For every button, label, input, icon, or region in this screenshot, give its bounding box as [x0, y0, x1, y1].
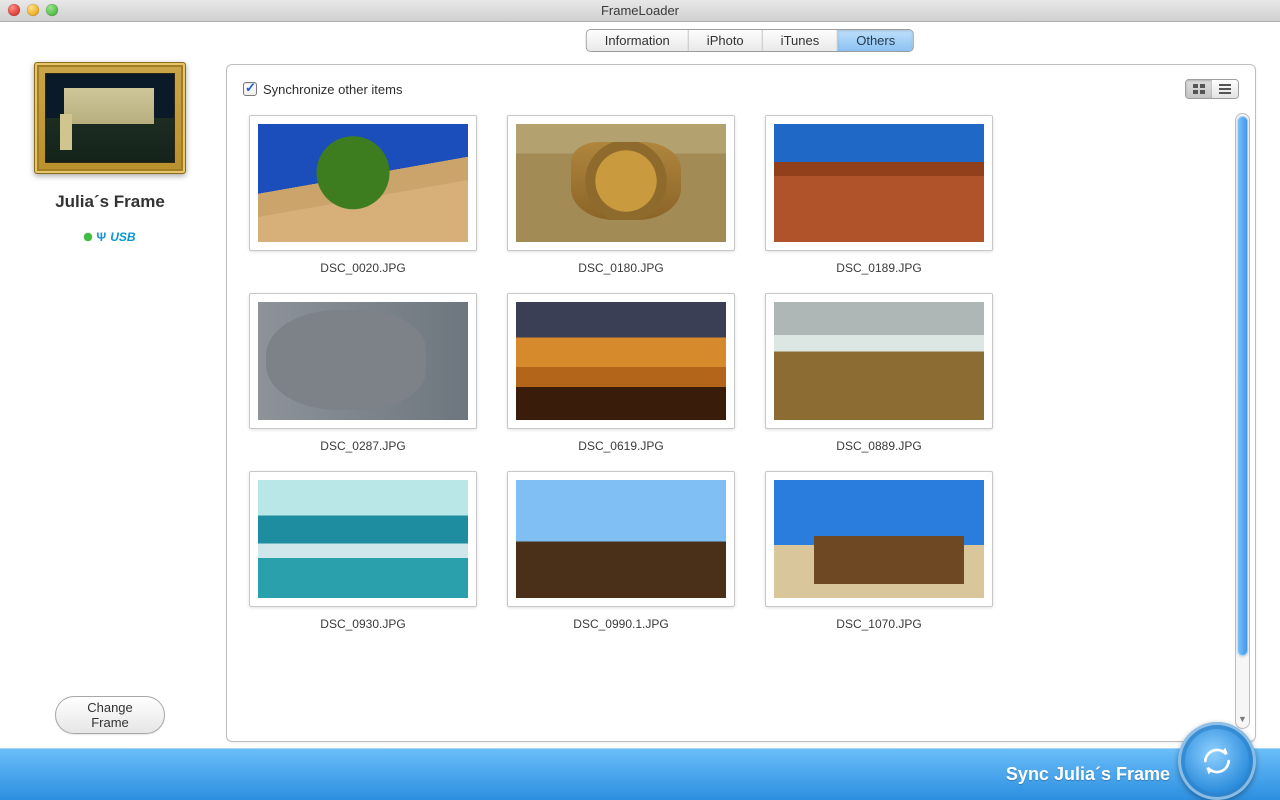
scroll-down-icon[interactable]: ▼	[1236, 711, 1249, 727]
tab-information[interactable]: Information	[587, 30, 689, 51]
view-mode-toggle	[1185, 79, 1239, 99]
photo-thumbnail	[258, 480, 468, 598]
frame-preview	[34, 62, 186, 174]
sync-label: Sync Julia´s Frame	[1006, 748, 1170, 800]
sidebar: Julia´s Frame Ψ USB Change Frame	[0, 22, 220, 748]
photo-filename: DSC_0990.1.JPG	[507, 607, 735, 635]
close-icon[interactable]	[8, 4, 20, 16]
photo-thumbnail	[258, 124, 468, 242]
photo-item[interactable]: DSC_0189.JPG	[765, 115, 993, 279]
sync-button[interactable]	[1178, 722, 1256, 800]
photo-filename: DSC_0180.JPG	[507, 251, 735, 279]
photo-item[interactable]: DSC_1070.JPG	[765, 471, 993, 635]
photo-item[interactable]: DSC_0287.JPG	[249, 293, 477, 457]
change-frame-button[interactable]: Change Frame	[55, 696, 165, 734]
photo-thumbnail	[774, 480, 984, 598]
list-view-button[interactable]	[1212, 80, 1238, 98]
photo-filename: DSC_0189.JPG	[765, 251, 993, 279]
photo-thumbnail	[258, 302, 468, 420]
photo-item[interactable]: DSC_0889.JPG	[765, 293, 993, 457]
grid-view-button[interactable]	[1186, 80, 1212, 98]
window-controls	[8, 4, 58, 16]
tab-bar: Information iPhoto iTunes Others	[586, 29, 914, 52]
photo-item[interactable]: DSC_0180.JPG	[507, 115, 735, 279]
usb-icon: Ψ	[96, 230, 106, 244]
window-title: FrameLoader	[601, 3, 679, 18]
photo-filename: DSC_0930.JPG	[249, 607, 477, 635]
photo-thumbnail	[516, 124, 726, 242]
sync-items-checkbox[interactable]: Synchronize other items	[243, 82, 402, 97]
connection-status: Ψ USB	[84, 230, 135, 244]
frame-name: Julia´s Frame	[0, 192, 220, 212]
photo-filename: DSC_0287.JPG	[249, 429, 477, 457]
connection-label: USB	[110, 230, 135, 244]
minimize-icon[interactable]	[27, 4, 39, 16]
photo-item[interactable]: DSC_0930.JPG	[249, 471, 477, 635]
photo-filename: DSC_0020.JPG	[249, 251, 477, 279]
photo-item[interactable]: DSC_0990.1.JPG	[507, 471, 735, 635]
status-dot-icon	[84, 233, 92, 241]
photo-item[interactable]: DSC_0619.JPG	[507, 293, 735, 457]
photo-filename: DSC_0619.JPG	[507, 429, 735, 457]
photo-item[interactable]: DSC_0020.JPG	[249, 115, 477, 279]
vertical-scrollbar[interactable]: ▼	[1235, 113, 1250, 729]
window-titlebar: FrameLoader	[0, 0, 1280, 22]
bottom-bar: Sync Julia´s Frame	[0, 748, 1280, 800]
photo-thumbnail	[516, 480, 726, 598]
sync-icon	[1197, 741, 1237, 781]
photo-thumbnail	[774, 124, 984, 242]
content-panel: Synchronize other items DSC_0020.JPG DSC…	[226, 64, 1256, 742]
photo-filename: DSC_0889.JPG	[765, 429, 993, 457]
photo-thumbnail	[516, 302, 726, 420]
sync-items-label: Synchronize other items	[263, 82, 402, 97]
photo-thumbnail	[774, 302, 984, 420]
tab-others[interactable]: Others	[838, 30, 913, 51]
photo-filename: DSC_1070.JPG	[765, 607, 993, 635]
photo-grid: DSC_0020.JPG DSC_0180.JPG DSC_0189.JPG D…	[243, 109, 1251, 655]
checkbox-icon	[243, 82, 257, 96]
tab-iphoto[interactable]: iPhoto	[689, 30, 763, 51]
scrollbar-thumb[interactable]	[1237, 116, 1248, 656]
tab-itunes[interactable]: iTunes	[763, 30, 839, 51]
zoom-icon[interactable]	[46, 4, 58, 16]
